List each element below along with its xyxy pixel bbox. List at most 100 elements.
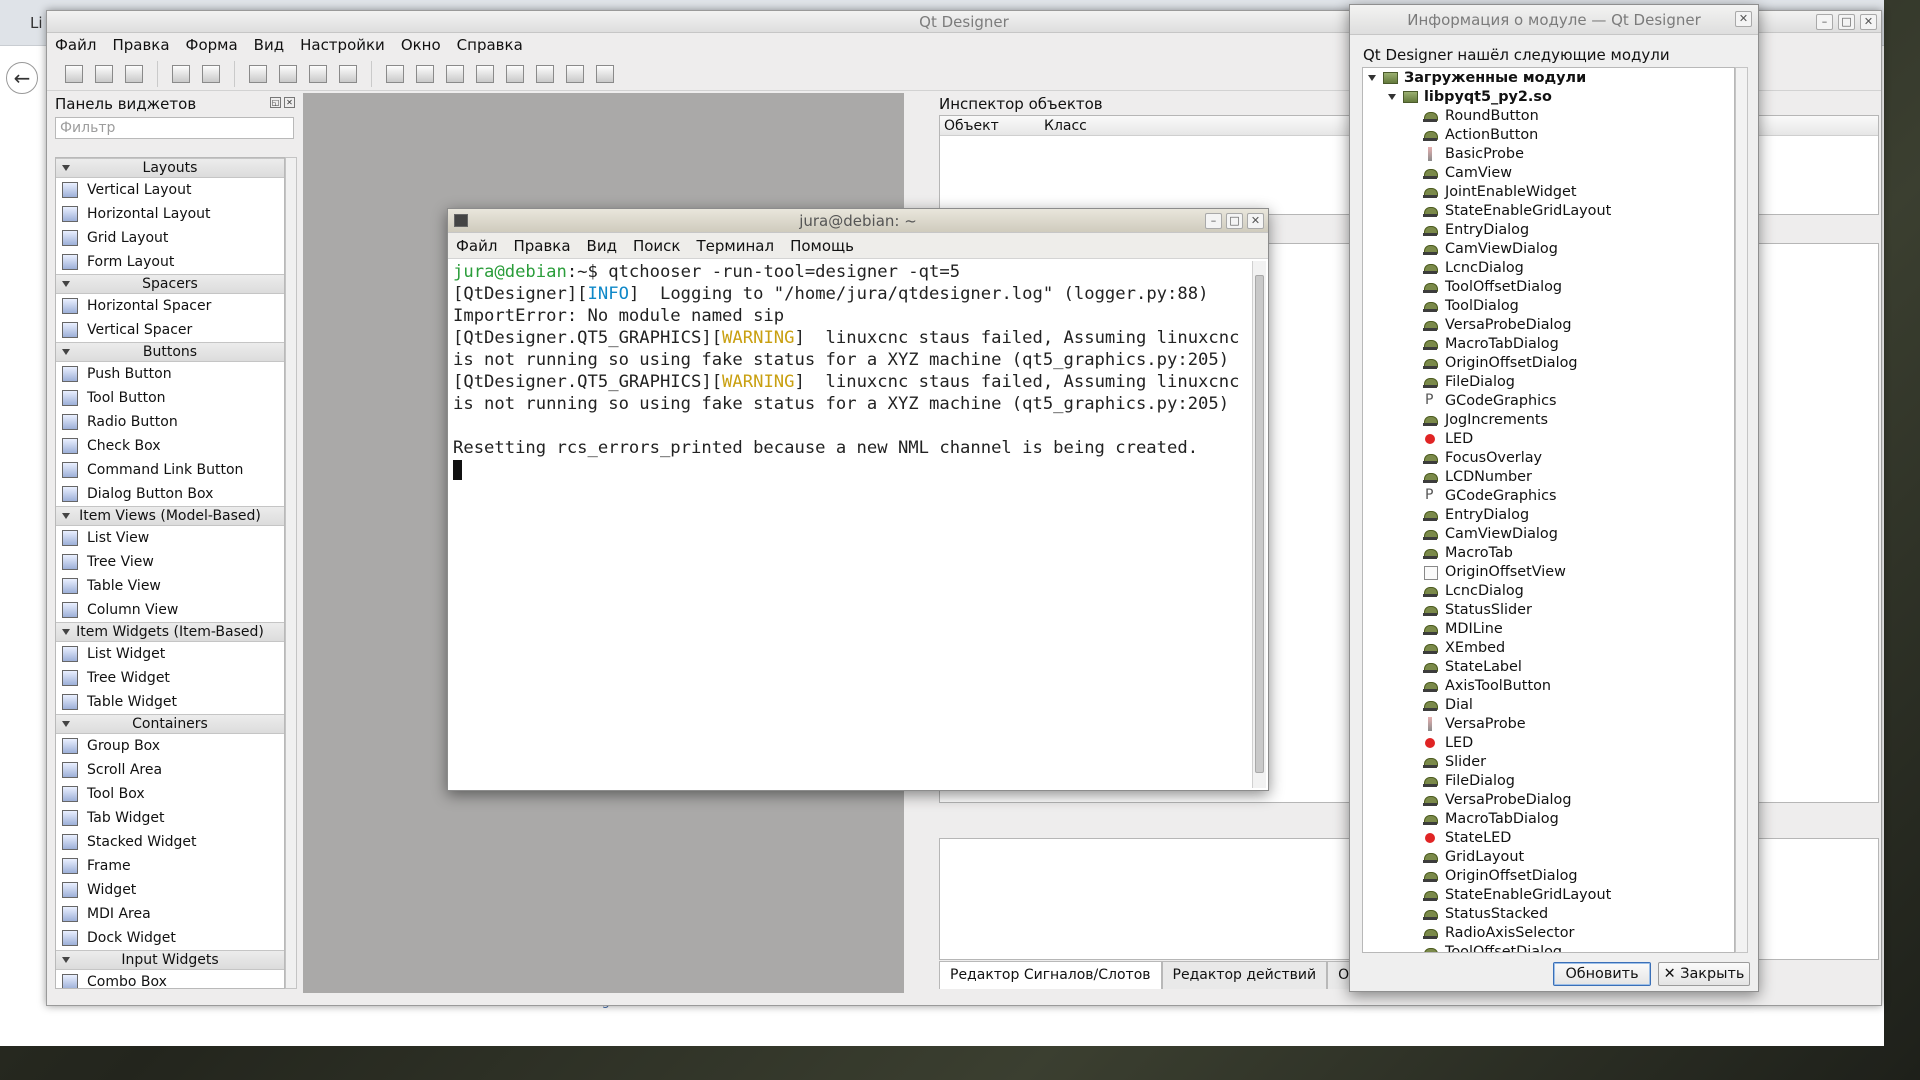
module-item[interactable]: CamViewDialog (1363, 239, 1734, 258)
module-item[interactable]: MacroTabDialog (1363, 334, 1734, 353)
module-item[interactable]: LED (1363, 429, 1734, 448)
module-item[interactable]: VersaProbeDialog (1363, 315, 1734, 334)
widget-item[interactable]: Combo Box (56, 970, 284, 988)
module-item[interactable]: ToolOffsetDialog (1363, 942, 1734, 952)
widget-category[interactable]: Item Views (Model-Based) (56, 506, 284, 526)
terminal-scrollbar[interactable] (1252, 261, 1266, 788)
column-object[interactable]: Объект (940, 116, 1040, 135)
plugin-tree-scrollbar[interactable] (1735, 67, 1748, 953)
widget-category[interactable]: Input Widgets (56, 950, 284, 970)
layout-v-splitter-icon[interactable] (472, 61, 498, 87)
widget-item[interactable]: Form Layout (56, 250, 284, 274)
terminal-output[interactable]: jura@debian:~$ qtchooser -run-tool=desig… (451, 261, 1249, 788)
plugin-tree[interactable]: Загруженные модули libpyqt5_py2.so Round… (1362, 67, 1735, 953)
terminal-menu-item[interactable]: Файл (448, 237, 505, 255)
widget-item[interactable]: Push Button (56, 362, 284, 386)
module-item[interactable]: EntryDialog (1363, 220, 1734, 239)
module-item[interactable]: FocusOverlay (1363, 448, 1734, 467)
widget-item[interactable]: Scroll Area (56, 758, 284, 782)
edit-tab-order-icon[interactable] (335, 61, 361, 87)
column-class[interactable]: Класс (1040, 116, 1087, 135)
maximize-icon[interactable]: □ (1838, 14, 1855, 30)
minimize-icon[interactable]: – (1816, 14, 1833, 30)
layout-vertical-icon[interactable] (412, 61, 438, 87)
module-item[interactable]: FileDialog (1363, 771, 1734, 790)
widget-item[interactable]: Tool Box (56, 782, 284, 806)
module-item[interactable]: CamViewDialog (1363, 524, 1734, 543)
module-item[interactable]: MDILine (1363, 619, 1734, 638)
widget-category[interactable]: Item Widgets (Item-Based) (56, 622, 284, 642)
module-item[interactable]: MacroTabDialog (1363, 809, 1734, 828)
module-item[interactable]: VersaProbe (1363, 714, 1734, 733)
module-item[interactable]: BasicProbe (1363, 144, 1734, 163)
module-item[interactable]: GCodeGraphics (1363, 391, 1734, 410)
module-item[interactable]: StateEnableGridLayout (1363, 885, 1734, 904)
widget-category[interactable]: Containers (56, 714, 284, 734)
module-item[interactable]: EntryDialog (1363, 505, 1734, 524)
module-item[interactable]: ActionButton (1363, 125, 1734, 144)
widget-item[interactable]: Stacked Widget (56, 830, 284, 854)
widget-item[interactable]: Tree Widget (56, 666, 284, 690)
adjust-size-icon[interactable] (592, 61, 618, 87)
widget-category[interactable]: Buttons (56, 342, 284, 362)
layout-h-splitter-icon[interactable] (442, 61, 468, 87)
terminal-menu-item[interactable]: Помощь (782, 237, 862, 255)
module-item[interactable]: RadioAxisSelector (1363, 923, 1734, 942)
close-button[interactable]: ✕ Закрыть (1658, 962, 1750, 986)
module-item[interactable]: FileDialog (1363, 372, 1734, 391)
widget-item[interactable]: Widget (56, 878, 284, 902)
widget-item[interactable]: Check Box (56, 434, 284, 458)
module-item[interactable]: GCodeGraphics (1363, 486, 1734, 505)
terminal-menu-item[interactable]: Терминал (688, 237, 782, 255)
scrollbar-thumb[interactable] (1255, 275, 1264, 773)
menu-item[interactable]: Файл (47, 36, 104, 54)
module-item[interactable]: OriginOffsetDialog (1363, 866, 1734, 885)
module-item[interactable]: LcncDialog (1363, 581, 1734, 600)
layout-grid-icon[interactable] (502, 61, 528, 87)
expand-arrow-icon[interactable] (1387, 92, 1397, 102)
open-form-icon[interactable] (91, 61, 117, 87)
widget-category[interactable]: Layouts (56, 158, 284, 178)
menu-item[interactable]: Правка (104, 36, 177, 54)
expand-arrow-icon[interactable] (1367, 73, 1377, 83)
widget-item[interactable]: Tree View (56, 550, 284, 574)
close-icon[interactable]: ✕ (1860, 14, 1877, 30)
widget-filter-input[interactable]: Фильтр (55, 117, 294, 139)
module-item[interactable]: RoundButton (1363, 106, 1734, 125)
module-item[interactable]: LCDNumber (1363, 467, 1734, 486)
module-item[interactable]: CamView (1363, 163, 1734, 182)
close-icon[interactable]: ✕ (1247, 213, 1264, 229)
widget-item[interactable]: Radio Button (56, 410, 284, 434)
module-item[interactable]: MacroTab (1363, 543, 1734, 562)
module-item[interactable]: XEmbed (1363, 638, 1734, 657)
close-dock-icon[interactable]: ✕ (284, 97, 295, 108)
module-item[interactable]: StateLabel (1363, 657, 1734, 676)
refresh-button[interactable]: Обновить (1553, 962, 1651, 986)
module-item[interactable]: Slider (1363, 752, 1734, 771)
module-item[interactable]: StatusStacked (1363, 904, 1734, 923)
back-icon[interactable]: ← (6, 62, 38, 94)
module-item[interactable]: LcncDialog (1363, 258, 1734, 277)
tree-root[interactable]: Загруженные модули (1363, 68, 1734, 87)
browser-tab-label[interactable]: Li (30, 14, 43, 32)
module-item[interactable]: VersaProbeDialog (1363, 790, 1734, 809)
module-item[interactable]: StatusSlider (1363, 600, 1734, 619)
tab-action-editor[interactable]: Редактор действий (1161, 961, 1328, 989)
widget-list-scrollbar[interactable] (285, 157, 297, 989)
edit-signals-slots-icon[interactable] (275, 61, 301, 87)
tab-signal-slot-editor[interactable]: Редактор Сигналов/Слотов (939, 961, 1162, 989)
module-item[interactable]: GridLayout (1363, 847, 1734, 866)
widget-item[interactable]: Grid Layout (56, 226, 284, 250)
minimize-icon[interactable]: – (1205, 213, 1222, 229)
module-item[interactable]: OriginOffsetDialog (1363, 353, 1734, 372)
widget-item[interactable]: Tool Button (56, 386, 284, 410)
widget-item[interactable]: Table Widget (56, 690, 284, 714)
break-layout-icon[interactable] (562, 61, 588, 87)
widget-item[interactable]: Horizontal Layout (56, 202, 284, 226)
widget-item[interactable]: Command Link Button (56, 458, 284, 482)
widget-item[interactable]: List View (56, 526, 284, 550)
module-item[interactable]: LED (1363, 733, 1734, 752)
widget-item[interactable]: Group Box (56, 734, 284, 758)
module-item[interactable]: JogIncrements (1363, 410, 1734, 429)
widget-item[interactable]: Frame (56, 854, 284, 878)
